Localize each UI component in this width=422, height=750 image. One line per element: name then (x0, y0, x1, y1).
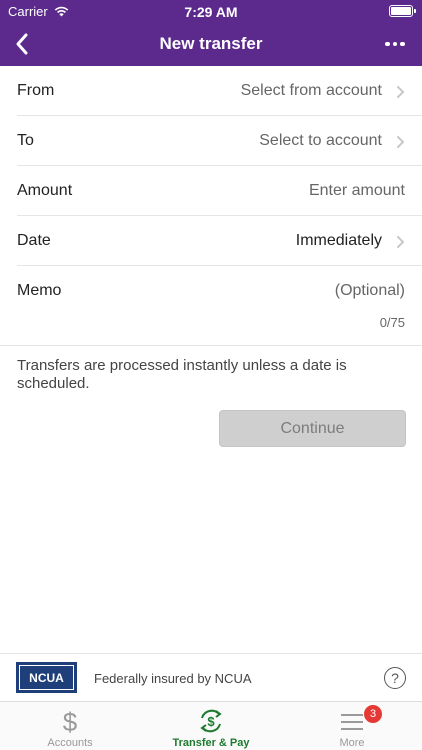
from-row[interactable]: From Select from account (17, 66, 422, 116)
transfer-pay-icon: $ (200, 709, 222, 733)
date-label: Date (17, 232, 51, 249)
app-header: Carrier 7:29 AM New transfer (0, 0, 422, 66)
to-row[interactable]: To Select to account (17, 116, 422, 166)
memo-char-counter: 0/75 (379, 315, 405, 330)
battery-icon (389, 5, 416, 17)
ncua-footer: NCUA Federally insured by NCUA ? (0, 653, 422, 701)
help-button[interactable]: ? (384, 667, 406, 689)
continue-button[interactable]: Continue (219, 410, 406, 447)
tab-bar: $ Accounts $ Transfer & Pay 3 More (0, 701, 422, 750)
ncua-text: Federally insured by NCUA (94, 671, 252, 686)
tab-accounts[interactable]: $ Accounts (0, 702, 140, 750)
chevron-right-icon (397, 236, 405, 248)
tab-more[interactable]: 3 More (282, 702, 422, 750)
ncua-logo: NCUA (16, 662, 77, 693)
status-bar: Carrier 7:29 AM (0, 0, 422, 22)
amount-input[interactable]: Enter amount (309, 182, 405, 200)
tab-more-label: More (339, 737, 365, 749)
to-value: Select to account (259, 132, 382, 149)
memo-input[interactable]: (Optional) (335, 282, 405, 300)
from-label: From (17, 82, 55, 99)
status-time: 7:29 AM (184, 4, 238, 20)
memo-row[interactable]: Memo (Optional) 0/75 (0, 266, 422, 346)
to-label: To (17, 132, 34, 149)
more-options-button[interactable] (382, 34, 408, 54)
chevron-right-icon (397, 86, 405, 98)
tab-transfer-pay-label: Transfer & Pay (172, 737, 250, 749)
notification-badge: 3 (364, 705, 382, 723)
date-value: Immediately (295, 232, 382, 249)
tab-accounts-label: Accounts (47, 737, 93, 749)
svg-text:$: $ (63, 707, 78, 736)
menu-icon (341, 714, 363, 730)
page-title: New transfer (159, 34, 263, 53)
dot-icon (385, 41, 390, 47)
memo-label: Memo (17, 282, 62, 299)
svg-text:$: $ (207, 714, 215, 729)
dollar-icon: $ (63, 707, 78, 736)
transfer-form: From Select from account To Select to ac… (0, 66, 422, 346)
date-row[interactable]: Date Immediately (17, 216, 422, 266)
tab-transfer-pay[interactable]: $ Transfer & Pay (141, 702, 281, 750)
amount-row[interactable]: Amount Enter amount (17, 166, 422, 216)
from-value: Select from account (240, 82, 382, 99)
info-text: Transfers are processed instantly unless… (17, 357, 347, 392)
dot-icon (392, 41, 398, 47)
amount-label: Amount (17, 182, 73, 199)
chevron-right-icon (397, 136, 405, 148)
dot-icon (400, 41, 405, 47)
nav-bar: New transfer (0, 22, 422, 66)
